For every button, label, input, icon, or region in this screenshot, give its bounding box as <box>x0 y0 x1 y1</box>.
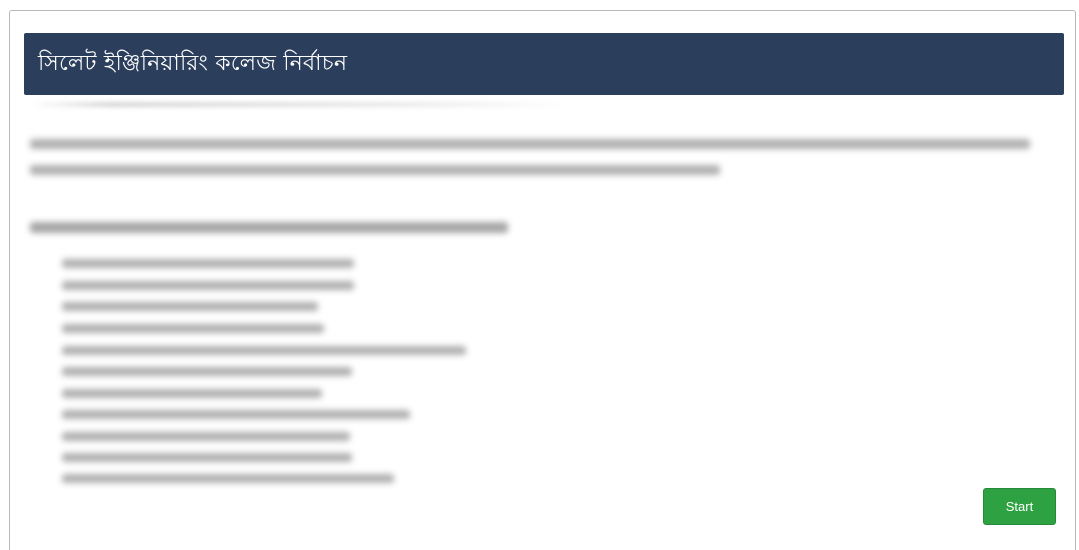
blurred-list-item <box>62 453 352 462</box>
page-title: সিলেট ইঞ্জিনিয়ারিং কলেজ নির্বাচন <box>38 50 348 76</box>
blurred-subheading <box>30 222 508 233</box>
blurred-list-item <box>62 259 354 268</box>
blurred-list-item <box>62 281 354 290</box>
blurred-paragraph-line-2 <box>30 165 720 175</box>
blurred-list-item <box>62 474 394 483</box>
blurred-list-item <box>62 432 350 441</box>
header-divider <box>30 102 570 107</box>
blurred-list-item <box>62 346 466 355</box>
blurred-list-item <box>62 367 352 376</box>
header-bar: সিলেট ইঞ্জিনিয়ারিং কলেজ নির্বাচন <box>24 33 1064 95</box>
blurred-list-item <box>62 410 410 419</box>
blurred-list-item <box>62 302 318 311</box>
blurred-list-item <box>62 324 324 333</box>
blurred-paragraph-line-1 <box>30 139 1030 149</box>
start-button[interactable]: Start <box>983 488 1056 525</box>
blurred-list-item <box>62 389 322 398</box>
